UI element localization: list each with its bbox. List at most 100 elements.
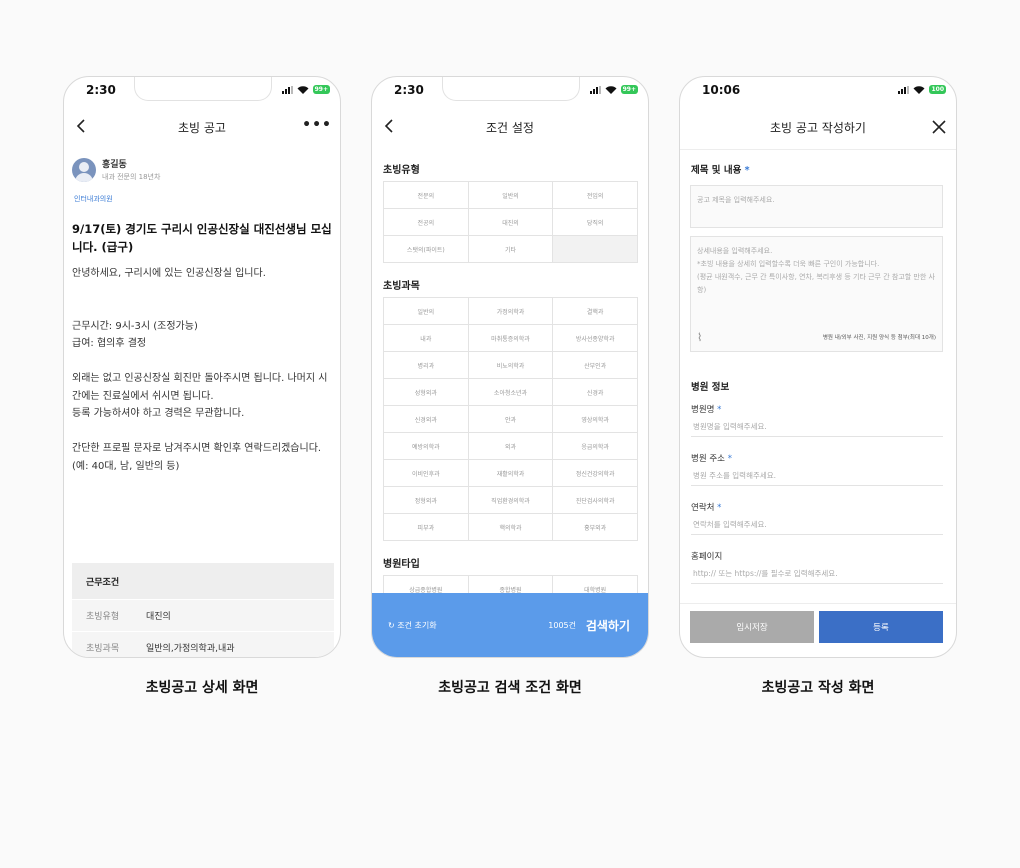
reset-button[interactable]: ↻ 조건 초기화 bbox=[388, 620, 437, 631]
type-option[interactable]: 스탯의(파이트) bbox=[384, 236, 469, 263]
dept-option[interactable]: 이비인후과 bbox=[384, 460, 469, 487]
register-button[interactable]: 등록 bbox=[819, 611, 943, 643]
write-screen: 10:06 100 초빙 공고 작성하기 제목 및 내용 * 공고 제목을 입력… bbox=[679, 76, 957, 658]
dept-option[interactable]: 응급의학과 bbox=[553, 433, 638, 460]
close-icon[interactable] bbox=[930, 118, 948, 136]
field-label-homepage: 홈페이지 bbox=[691, 552, 723, 562]
dept-option[interactable]: 흉부외과 bbox=[553, 514, 638, 541]
nav-divider bbox=[680, 149, 956, 150]
section-type: 초빙유형 bbox=[383, 165, 420, 176]
battery-icon: 99+ bbox=[620, 85, 638, 94]
condition-value: 일반의,가정의학과,내과 bbox=[146, 644, 235, 654]
type-option[interactable]: 기타 bbox=[468, 236, 554, 263]
condition-value: 대진의 bbox=[146, 612, 171, 622]
field-label-text: 병원 주소 bbox=[691, 454, 725, 464]
paperclip-icon[interactable]: ⌇ bbox=[697, 331, 702, 344]
notch bbox=[442, 77, 580, 101]
dept-option[interactable]: 내과 bbox=[384, 325, 469, 352]
field-label-address: 병원 주소 * bbox=[691, 452, 732, 464]
dept-option[interactable]: 외과 bbox=[468, 433, 554, 460]
dept-option[interactable]: 가정의학과 bbox=[468, 298, 554, 325]
dept-option[interactable]: 안과 bbox=[468, 406, 554, 433]
wifi-icon bbox=[913, 85, 925, 94]
dept-option[interactable]: 성형외과 bbox=[384, 379, 469, 406]
post-body: 안녕하세요, 구리시에 있는 인공신장실 입니다. 근무시간: 9시-3시 (조… bbox=[72, 268, 328, 472]
wifi-icon bbox=[297, 85, 309, 94]
nav-bar: 초빙 공고 작성하기 bbox=[680, 107, 956, 147]
battery-icon: 99+ bbox=[312, 85, 330, 94]
title-input[interactable]: 공고 제목을 입력해주세요. bbox=[690, 185, 943, 228]
body-textarea[interactable]: 상세내용을 입력해주세요. *초빙 내용을 상세히 입력할수록 더욱 빠른 구인… bbox=[690, 236, 943, 325]
type-option[interactable]: 대진의 bbox=[468, 209, 554, 236]
type-option[interactable]: 전임의 bbox=[553, 182, 638, 209]
type-option[interactable]: 당직의 bbox=[553, 209, 638, 236]
dept-option[interactable]: 일반의 bbox=[384, 298, 469, 325]
detail-screen: 2:30 99+ 초빙 공고 ••• 홍길동 내과 전문의 18년차 인터내과의… bbox=[63, 76, 341, 658]
dept-option[interactable]: 마취통증의학과 bbox=[468, 325, 554, 352]
dept-option[interactable]: 소아청소년과 bbox=[468, 379, 554, 406]
homepage-input[interactable]: http:// 또는 https://를 필수로 입력해주세요. bbox=[691, 562, 943, 584]
dept-option[interactable]: 정신건강의학과 bbox=[553, 460, 638, 487]
dept-option[interactable]: 진단검사의학과 bbox=[553, 487, 638, 514]
hospital-name-input[interactable]: 병원명을 입력해주세요. bbox=[691, 415, 943, 437]
dept-option[interactable]: 신경과 bbox=[553, 379, 638, 406]
type-option bbox=[553, 236, 638, 263]
dept-option[interactable]: 영상의학과 bbox=[553, 406, 638, 433]
condition-row: 초빙유형 대진의 bbox=[72, 599, 334, 631]
signal-icon bbox=[898, 85, 910, 94]
search-button[interactable]: 검색하기 bbox=[586, 617, 630, 634]
condition-key: 초빙유형 bbox=[86, 612, 120, 622]
dept-option[interactable]: 재활의학과 bbox=[468, 460, 554, 487]
status-bar: 10:06 100 bbox=[680, 77, 956, 107]
hosp-section-label: 병원 정보 bbox=[691, 382, 730, 393]
type-option[interactable]: 전문의 bbox=[384, 182, 469, 209]
dept-grid: 일반의 가정의학과 결핵과내과 마취통증의학과 방사선종양학과병리과 비뇨의학과 산부인과성… bbox=[383, 297, 638, 541]
condition-row: 초빙과목 일반의,가정의학과,내과 bbox=[72, 631, 334, 657]
dept-option[interactable]: 피부과 bbox=[384, 514, 469, 541]
required-mark: * bbox=[727, 454, 732, 464]
temp-save-button[interactable]: 임시저장 bbox=[690, 611, 814, 643]
dept-option[interactable]: 직업환경의학과 bbox=[468, 487, 554, 514]
caption-filter: 초빙공고 검색 조건 화면 bbox=[438, 680, 582, 696]
battery-icon: 100 bbox=[929, 85, 946, 94]
filter-screen: 2:30 99+ 조건 설정 초빙유형 전문의 일반의 전임의 전공의 대진의 당직의 스탯… bbox=[371, 76, 649, 658]
type-grid: 전문의 일반의 전임의전공의 대진의 당직의스탯의(파이트) 기타 bbox=[383, 181, 638, 263]
nav-bar: 초빙 공고 ••• bbox=[64, 107, 340, 147]
footer-divider bbox=[680, 603, 956, 604]
avatar bbox=[72, 157, 96, 182]
notch bbox=[134, 77, 272, 101]
section-hosp: 병원타입 bbox=[383, 559, 420, 570]
caption-write: 초빙공고 작성 화면 bbox=[761, 680, 875, 696]
dept-option[interactable]: 신경외과 bbox=[384, 406, 469, 433]
phone-input[interactable]: 연락처를 입력해주세요. bbox=[691, 513, 943, 535]
refresh-icon: ↻ bbox=[388, 621, 398, 630]
hospital-link[interactable]: 인터내과의원 bbox=[74, 194, 113, 204]
title-section-label: 제목 및 내용 * bbox=[691, 162, 750, 176]
field-label-text: 병원명 bbox=[691, 405, 715, 415]
author-name: 홍길동 bbox=[102, 160, 127, 170]
attach-bar[interactable]: ⌇ 병원 내/외부 사진, 지원 양식 등 첨부(최대 10개) bbox=[690, 324, 943, 352]
conditions-header: 근무조건 bbox=[72, 563, 334, 599]
condition-key: 초빙과목 bbox=[86, 644, 120, 654]
dept-option[interactable]: 정형외과 bbox=[384, 487, 469, 514]
status-time: 2:30 bbox=[86, 83, 116, 97]
status-bar: 2:30 99+ bbox=[372, 77, 648, 107]
dept-option[interactable]: 핵의학과 bbox=[468, 514, 554, 541]
dept-option[interactable]: 결핵과 bbox=[553, 298, 638, 325]
signal-icon bbox=[589, 85, 601, 94]
dept-option[interactable]: 방사선종양학과 bbox=[553, 325, 638, 352]
more-icon[interactable]: ••• bbox=[302, 117, 332, 133]
wifi-icon bbox=[605, 85, 617, 94]
status-bar: 2:30 99+ bbox=[64, 77, 340, 107]
caption-detail: 초빙공고 상세 화면 bbox=[145, 680, 259, 696]
type-option[interactable]: 일반의 bbox=[468, 182, 554, 209]
author-profile[interactable]: 홍길동 내과 전문의 18년차 bbox=[72, 157, 160, 182]
dept-option[interactable]: 산부인과 bbox=[553, 352, 638, 379]
required-mark: * bbox=[717, 503, 722, 513]
dept-option[interactable]: 비뇨의학과 bbox=[468, 352, 554, 379]
dept-option[interactable]: 예방의학과 bbox=[384, 433, 469, 460]
type-option[interactable]: 전공의 bbox=[384, 209, 469, 236]
hospital-address-input[interactable]: 병원 주소를 입력해주세요. bbox=[691, 464, 943, 486]
required-mark: * bbox=[717, 405, 722, 415]
dept-option[interactable]: 병리과 bbox=[384, 352, 469, 379]
